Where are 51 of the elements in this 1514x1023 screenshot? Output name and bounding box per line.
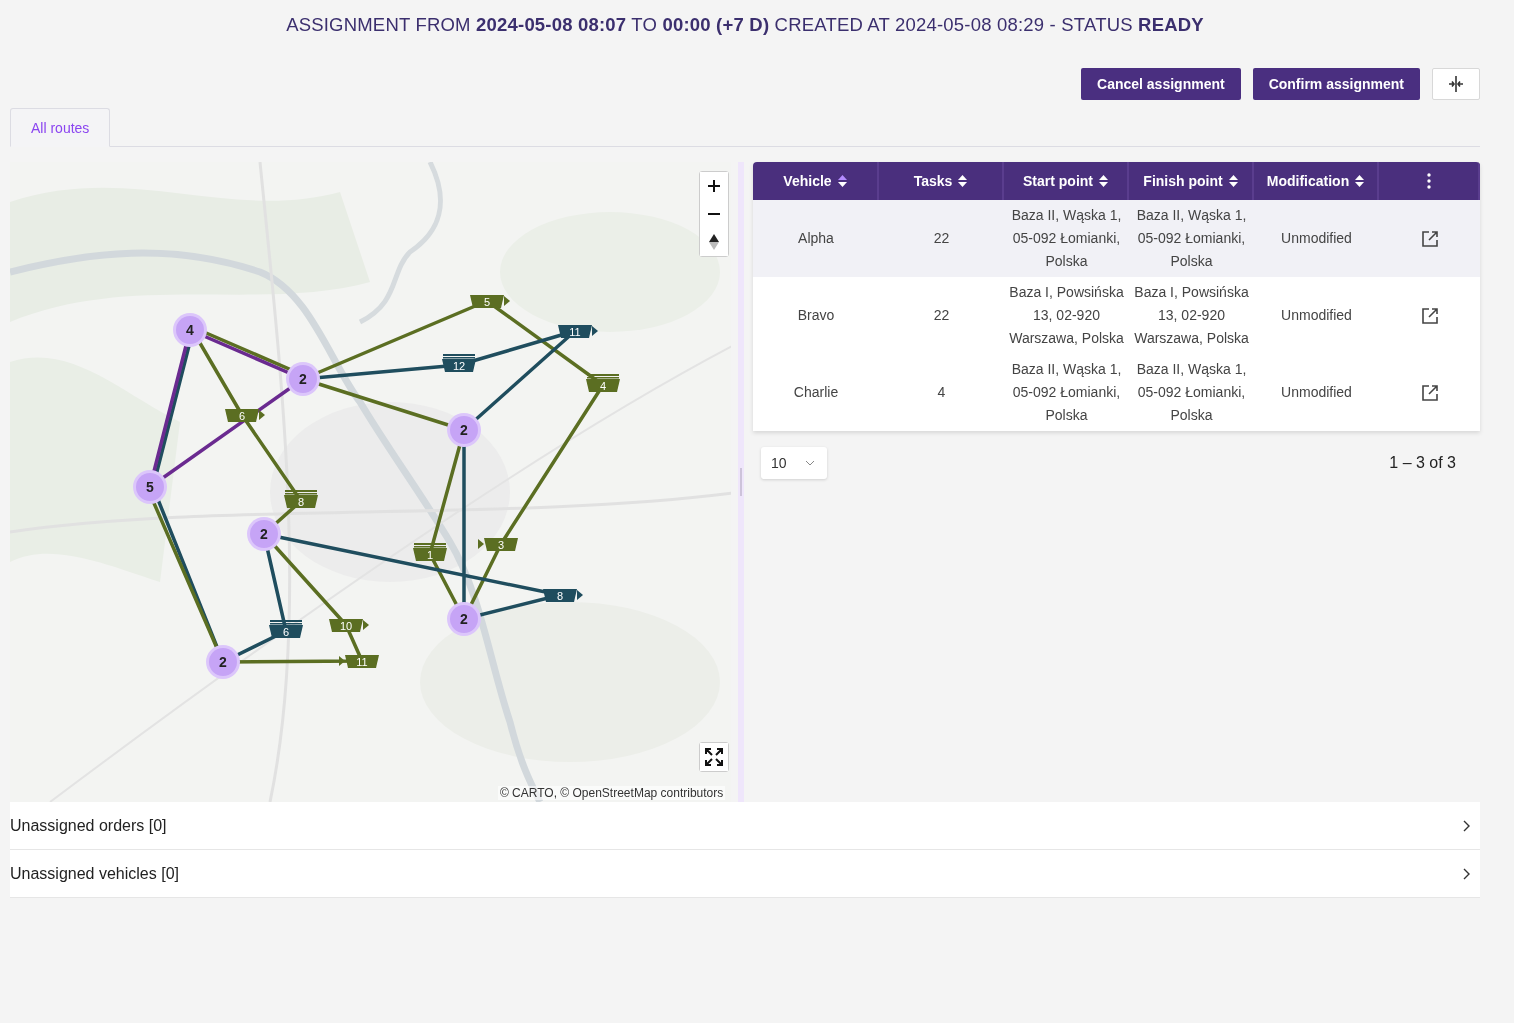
table-cell-text: Baza I, Powsińska 13, 02-920 Warszawa, Polska (1008, 283, 1125, 348)
table-cell-text: Baza II, Wąska 1, 05-092 Łomianki, Polska (1010, 360, 1123, 425)
plus-icon (708, 180, 720, 192)
table-cell-text: Unmodified (1281, 306, 1352, 325)
table-cell-text: Baza II, Wąska 1, 05-092 Łomianki, Polska (1010, 206, 1123, 271)
more-icon[interactable] (1426, 173, 1431, 189)
map-attribution: © CARTO, © OpenStreetMap contributors (497, 786, 726, 800)
cluster-marker[interactable]: 2 (206, 645, 240, 679)
column-header[interactable]: Finish point (1129, 162, 1254, 200)
page-range: 1 – 3 of 3 (1389, 454, 1456, 472)
cluster-marker[interactable]: 4 (173, 313, 207, 347)
caret-icon (804, 460, 815, 466)
column-header[interactable]: Start point (1004, 162, 1129, 200)
table-cell-text: Baza II, Wąska 1, 05-092 Łomianki, Polska (1135, 206, 1248, 271)
table-cell-text: 4 (937, 383, 946, 402)
open-external-icon[interactable] (1420, 229, 1439, 248)
fullscreen-button[interactable] (700, 743, 728, 771)
assignment-title: ASSIGNMENT FROM 2024-05-08 08:07 TO 00:00 (+7 D) CREATED AT 2024-05-08 08:29 - STATUS READY (286, 14, 1204, 36)
table-cell-text: 22 (933, 229, 950, 248)
fullscreen-icon (705, 748, 723, 766)
table-cell-text: 22 (933, 306, 950, 325)
cluster-marker[interactable]: 5 (133, 470, 167, 504)
tab[interactable]: All routes (10, 108, 111, 147)
chevron-right-icon (1463, 819, 1470, 832)
table-cell-text: Unmodified (1281, 229, 1352, 248)
cluster-marker[interactable]: 2 (447, 602, 481, 636)
table-cell-text: Unmodified (1281, 383, 1352, 402)
collapsible-panel[interactable]: Unassigned vehicles [0] (10, 850, 1480, 898)
column-header[interactable]: Modification (1254, 162, 1379, 200)
assignment-button[interactable]: Confirm assignment (1252, 68, 1420, 100)
column-header[interactable]: Tasks (879, 162, 1004, 200)
table-cell-text: Bravo (797, 306, 835, 325)
open-external-icon[interactable] (1420, 383, 1439, 402)
cluster-marker[interactable]: 2 (286, 362, 320, 396)
split-view-button[interactable] (1432, 68, 1480, 100)
collapsible-panel[interactable]: Unassigned orders [0] (10, 802, 1480, 850)
table-cell-text: Baza I, Powsińska 13, 02-920 Warszawa, Polska (1133, 283, 1250, 348)
table-cell-text: Charlie (793, 383, 839, 402)
table-cell-text: Baza II, Wąska 1, 05-092 Łomianki, Polska (1135, 360, 1248, 425)
table-cell-text: Alpha (798, 229, 834, 248)
compass-icon (709, 234, 719, 250)
assignment-button[interactable]: Cancel assignment (1081, 68, 1241, 100)
chevron-right-icon (1463, 867, 1470, 880)
page-size-select[interactable]: 10 (761, 447, 827, 479)
minus-icon (708, 213, 720, 215)
cluster-marker[interactable]: 2 (447, 413, 481, 447)
splitter-handle[interactable] (738, 162, 745, 802)
split-view-icon (1447, 75, 1465, 93)
column-header[interactable]: Vehicle (753, 162, 879, 200)
open-external-icon[interactable] (1420, 306, 1439, 325)
cluster-marker[interactable]: 2 (247, 517, 281, 551)
